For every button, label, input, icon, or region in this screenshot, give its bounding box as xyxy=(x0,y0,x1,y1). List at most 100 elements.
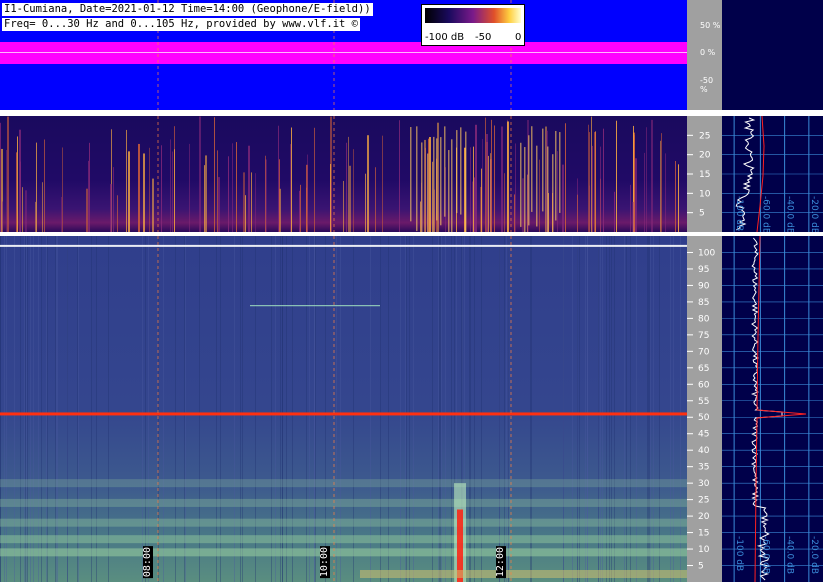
vertical-texture xyxy=(47,236,48,582)
high-axis-tick-label: 50 xyxy=(698,413,710,423)
burst-streak xyxy=(365,173,366,232)
active-burst-streak xyxy=(433,136,435,232)
burst-streak xyxy=(675,161,676,232)
chart-subtitle: Freq= 0...30 Hz and 0...105 Hz, provided… xyxy=(2,18,361,31)
vertical-texture xyxy=(20,236,21,582)
vertical-texture xyxy=(145,236,146,582)
vertical-texture xyxy=(673,236,674,582)
vertical-texture xyxy=(439,236,440,582)
burst-streak xyxy=(290,144,291,232)
colorbar-gradient xyxy=(425,8,521,23)
active-burst-streak xyxy=(460,127,462,215)
burst-streak xyxy=(19,129,21,232)
active-burst-streak xyxy=(444,126,446,217)
high-axis-tick-label: 20 xyxy=(698,512,710,522)
vertical-texture xyxy=(624,236,625,582)
vertical-texture xyxy=(0,236,1,582)
burst-streak xyxy=(44,139,45,232)
vertical-texture xyxy=(199,236,200,582)
harmonic-band xyxy=(0,518,687,527)
active-burst-streak xyxy=(416,126,418,232)
active-burst-streak xyxy=(427,153,429,232)
chart-title: I1-Cumiana, Date=2021-01-12 Time=14:00 (… xyxy=(2,3,373,16)
burst-streak xyxy=(592,145,593,232)
vertical-texture xyxy=(271,236,272,582)
burst-streak xyxy=(472,181,473,232)
burst-streak xyxy=(330,164,331,232)
vertical-texture xyxy=(469,236,470,582)
vertical-texture xyxy=(531,236,532,582)
high-axis-tick-label: 70 xyxy=(698,347,710,357)
waveform-tick-0: 0 % xyxy=(700,48,716,57)
low-profile-axis-label: -60.0 dB xyxy=(760,196,770,234)
burst-streak xyxy=(143,153,145,232)
burst-streak xyxy=(265,155,266,232)
vertical-texture xyxy=(380,236,381,582)
harmonic-band xyxy=(0,548,687,557)
high-axis-tick-label: 55 xyxy=(698,397,709,407)
high-axis-tick-label: 100 xyxy=(698,248,715,258)
burst-streak xyxy=(660,140,661,232)
high-profile-axis-label: -60.0 dB xyxy=(760,536,770,574)
vertical-texture xyxy=(315,236,316,582)
burst-streak xyxy=(232,143,233,232)
vertical-texture xyxy=(216,236,217,582)
burst-streak xyxy=(491,119,492,232)
high-axis-tick-label: 5 xyxy=(698,562,704,572)
vertical-texture xyxy=(670,236,671,582)
high-profile-trace xyxy=(751,237,783,581)
vertical-texture xyxy=(309,236,310,582)
vertical-texture xyxy=(649,236,650,582)
burst-streak xyxy=(88,160,89,232)
burst-streak xyxy=(16,152,17,232)
hour-label-10: 10:00 xyxy=(319,545,330,578)
high-axis-tick-label: 45 xyxy=(698,430,709,440)
burst-streak xyxy=(630,184,631,232)
vertical-texture xyxy=(648,236,649,582)
burst-streak xyxy=(474,177,475,232)
vertical-texture xyxy=(680,236,681,582)
vertical-texture xyxy=(614,236,615,582)
burst-streak xyxy=(632,201,634,232)
vertical-texture xyxy=(353,236,354,582)
active-burst-streak xyxy=(436,138,438,221)
vertical-texture xyxy=(470,236,471,582)
burst-streak xyxy=(314,127,315,232)
low-axis-tick-label: 25 xyxy=(699,131,710,141)
burst-streak xyxy=(343,180,344,232)
burst-streak xyxy=(644,152,645,232)
high-axis-tick-label: 30 xyxy=(698,479,710,489)
burst-streak xyxy=(488,155,489,232)
vertical-texture xyxy=(577,236,578,582)
burst-streak xyxy=(128,151,130,232)
high-profile-marks: -100 dB -60.0 dB -40.0 dB -20.0 dB xyxy=(722,235,823,582)
high-axis-tick-label: 15 xyxy=(698,529,709,539)
waveform-hour-markers xyxy=(157,0,512,110)
burst-streak xyxy=(291,127,292,232)
extended-frequency-profile: -100 dB -60.0 dB -40.0 dB -20.0 dB xyxy=(722,235,823,582)
vertical-texture xyxy=(6,236,7,582)
low-spectrogram-marks xyxy=(0,116,679,232)
vertical-texture xyxy=(587,236,588,582)
harmonic-band xyxy=(0,498,687,507)
vertical-texture xyxy=(611,236,612,582)
vertical-texture xyxy=(306,236,307,582)
burst-streak xyxy=(349,165,351,232)
low-axis-tick-label: 20 xyxy=(699,151,711,161)
burst-streak xyxy=(501,126,503,232)
burst-streak xyxy=(7,116,9,232)
vertical-texture xyxy=(234,236,235,582)
low-frequency-spectrogram xyxy=(0,116,687,232)
vertical-texture xyxy=(508,236,509,582)
low-profile-axis-label: -100 dB xyxy=(734,196,744,231)
burst-streak xyxy=(138,143,140,232)
vertical-texture xyxy=(406,236,407,582)
burst-streak xyxy=(174,149,175,232)
vertical-texture xyxy=(96,236,97,582)
burst-streak xyxy=(577,194,578,232)
active-burst-streak xyxy=(448,150,450,232)
active-burst-streak xyxy=(524,147,526,232)
harmonic-band xyxy=(0,479,687,488)
vertical-texture xyxy=(55,236,56,582)
burst-streak xyxy=(217,150,218,232)
